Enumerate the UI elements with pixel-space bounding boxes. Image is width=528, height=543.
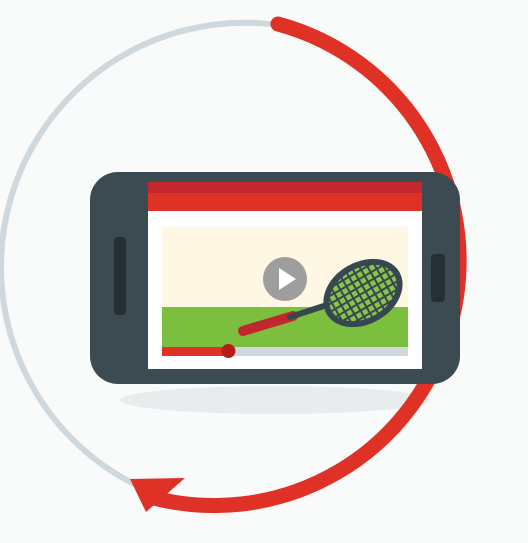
screen-header-top bbox=[148, 182, 422, 194]
scrub-handle[interactable] bbox=[221, 344, 236, 358]
phone-speaker-left bbox=[114, 237, 126, 315]
screen-header bbox=[148, 193, 422, 211]
illustration-canvas bbox=[0, 16, 467, 514]
video-player[interactable] bbox=[162, 227, 411, 358]
phone-button-right bbox=[431, 254, 445, 302]
phone-shadow bbox=[120, 386, 430, 414]
scrub-progress bbox=[162, 347, 229, 356]
play-button[interactable] bbox=[263, 257, 307, 301]
